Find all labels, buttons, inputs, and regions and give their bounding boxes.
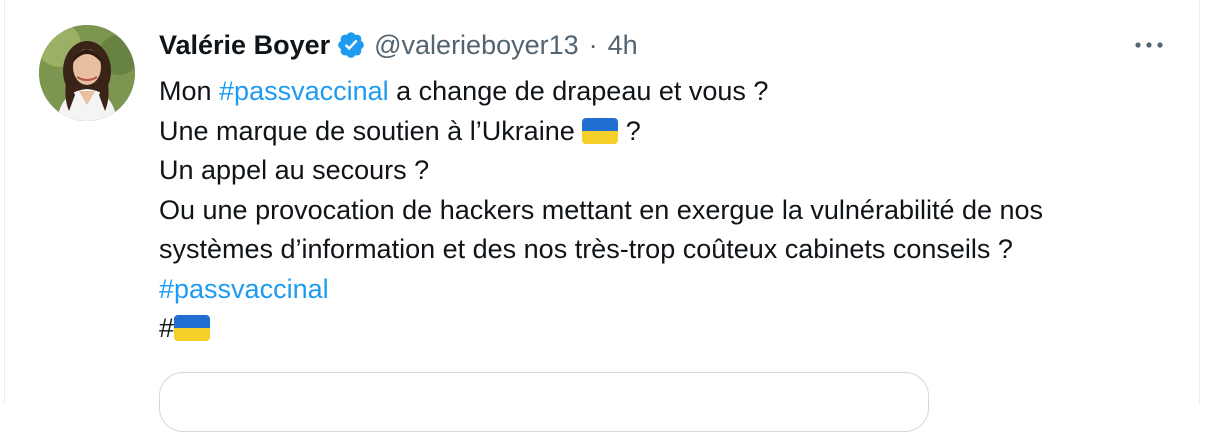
text-segment: a change de drapeau et vous ? xyxy=(388,76,769,106)
hashtag-link[interactable]: #passvaccinal xyxy=(159,274,329,304)
tweet-text: Mon #passvaccinal a change de drapeau et… xyxy=(159,72,1159,349)
tweet-line-2: Une marque de soutien à l’Ukraine ? xyxy=(159,112,1159,152)
tweet-line-4: Ou une provocation de hackers mettant en… xyxy=(159,194,1044,225)
user-handle[interactable]: @valerieboyer13 xyxy=(374,30,579,61)
hash-prefix: # xyxy=(159,313,175,343)
ukraine-flag-icon xyxy=(582,117,619,144)
ukraine-flag-icon xyxy=(174,315,211,341)
text-segment: Une marque de soutien à l’Ukraine xyxy=(159,115,583,146)
more-options-icon[interactable] xyxy=(1129,35,1169,55)
text-segment: Mon xyxy=(159,76,220,106)
avatar[interactable] xyxy=(39,25,135,121)
display-name[interactable]: Valérie Boyer xyxy=(159,30,330,61)
separator-dot: · xyxy=(588,29,598,60)
avatar-photo xyxy=(39,25,135,121)
link-card-preview[interactable] xyxy=(159,372,929,432)
tweet-line-7: # xyxy=(159,309,1159,349)
verified-badge-icon xyxy=(336,30,366,60)
tweet-line-3: Un appel au secours ? xyxy=(159,155,430,185)
tweet-card[interactable]: Valérie Boyer @valerieboyer13 · 4h Mon #… xyxy=(4,0,1200,432)
tweet-content: Valérie Boyer @valerieboyer13 · 4h Mon #… xyxy=(159,24,1159,349)
tweet-header: Valérie Boyer @valerieboyer13 · 4h xyxy=(159,24,1159,66)
hashtag-link[interactable]: #passvaccinal xyxy=(219,76,389,106)
tweet-line-1: Mon #passvaccinal a change de drapeau et… xyxy=(159,72,1159,112)
timestamp[interactable]: 4h xyxy=(608,30,638,61)
text-segment: ? xyxy=(618,115,641,146)
tweet-line-6: #passvaccinal xyxy=(159,270,1159,310)
tweet-line-5: systèmes d’information et des nos très-t… xyxy=(159,234,1013,264)
